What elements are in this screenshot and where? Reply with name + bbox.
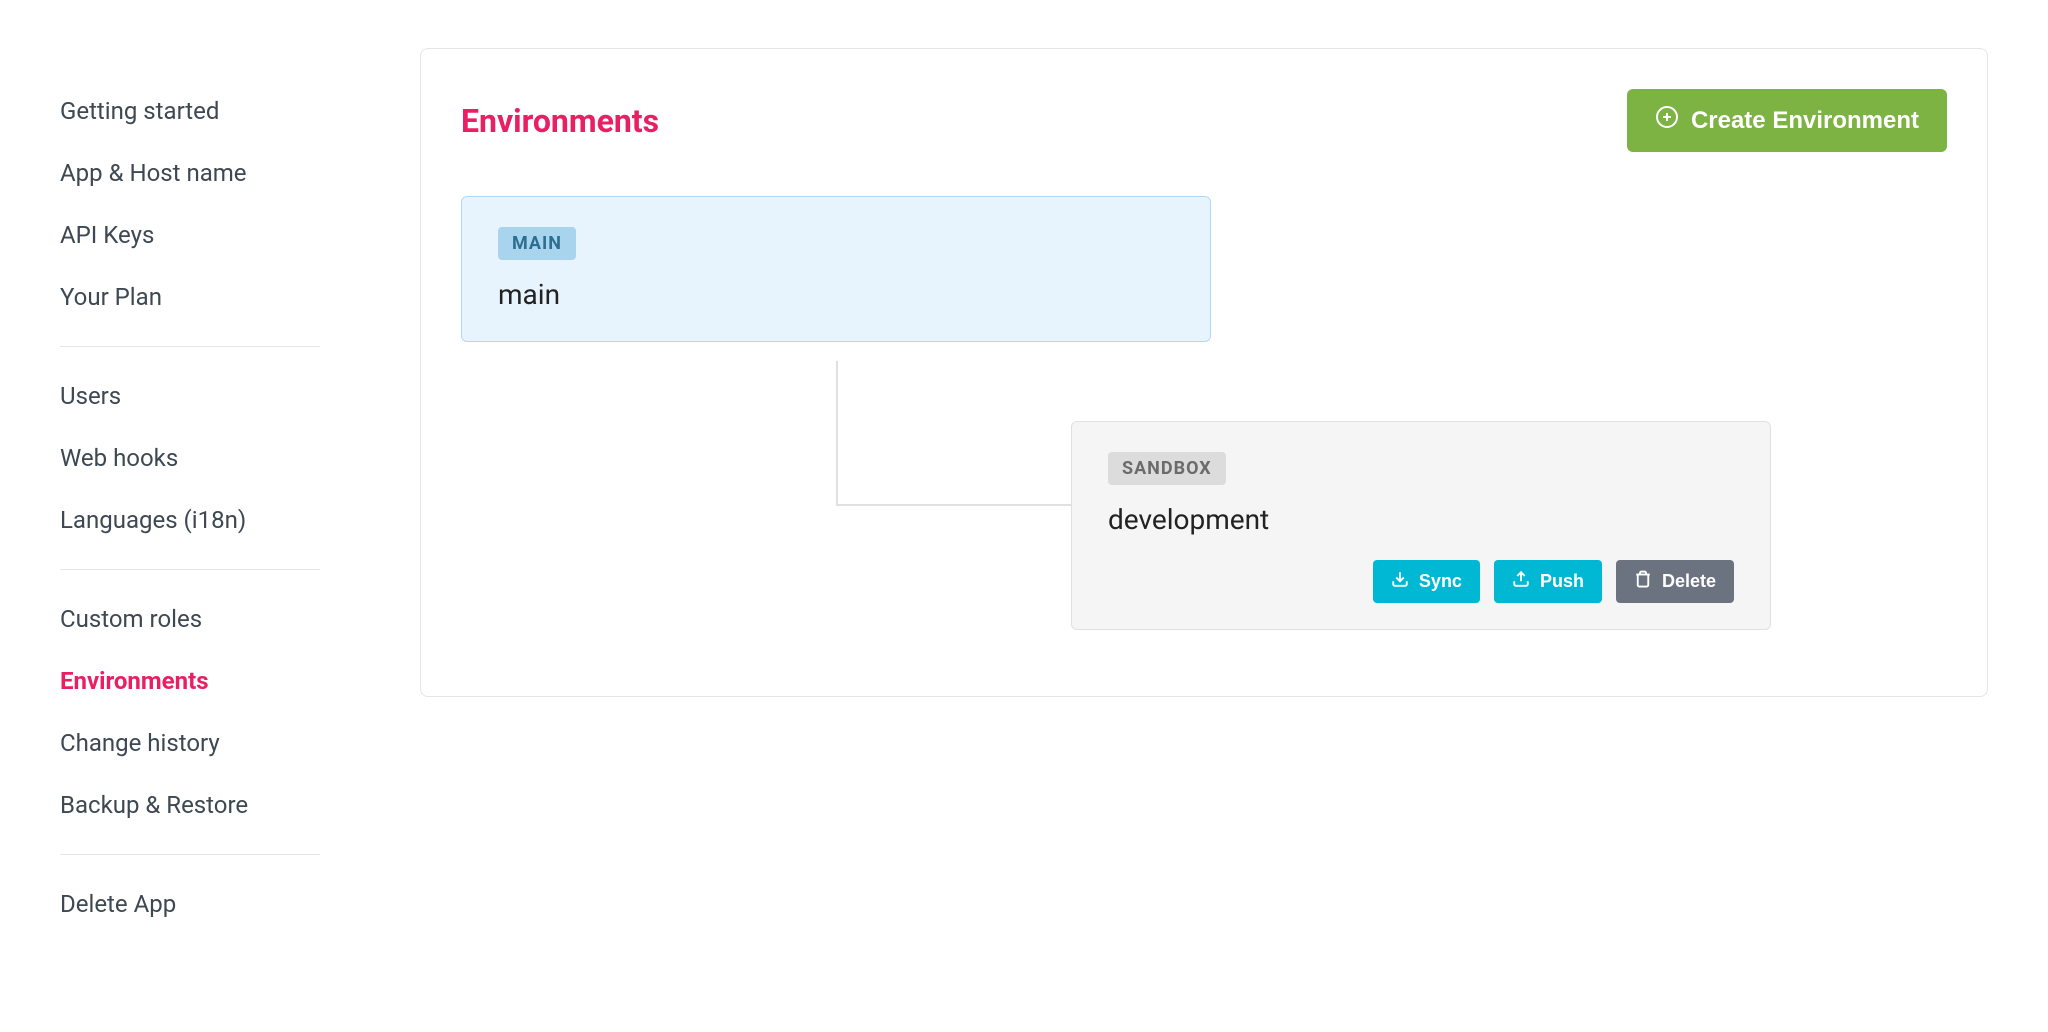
upload-icon (1512, 570, 1530, 593)
push-label: Push (1540, 571, 1584, 592)
sidebar-item-web-hooks[interactable]: Web hooks (60, 427, 320, 489)
environment-name-main: main (498, 278, 1174, 311)
create-environment-label: Create Environment (1691, 107, 1919, 135)
sidebar-item-languages[interactable]: Languages (i18n) (60, 489, 320, 551)
sidebar-item-delete-app[interactable]: Delete App (60, 873, 320, 935)
panel-header: Environments Create Environment (461, 89, 1947, 152)
sidebar-group-admin: Custom roles Environments Change history… (60, 588, 320, 855)
sidebar-item-backup-restore[interactable]: Backup & Restore (60, 774, 320, 836)
page-title: Environments (461, 102, 659, 140)
sidebar-item-getting-started[interactable]: Getting started (60, 80, 320, 142)
environments-tree: MAIN main SANDBOX development (461, 196, 1947, 656)
sidebar-item-your-plan[interactable]: Your Plan (60, 266, 320, 328)
environment-badge-main: MAIN (498, 227, 576, 260)
sidebar-group-users: Users Web hooks Languages (i18n) (60, 365, 320, 570)
download-icon (1391, 570, 1409, 593)
sidebar-group-general: Getting started App & Host name API Keys… (60, 80, 320, 347)
sidebar-item-change-history[interactable]: Change history (60, 712, 320, 774)
sync-button[interactable]: Sync (1373, 560, 1480, 603)
connector-vertical (836, 361, 838, 506)
environment-badge-sandbox: SANDBOX (1108, 452, 1226, 485)
connector-horizontal (836, 504, 1071, 506)
trash-icon (1634, 570, 1652, 593)
sidebar-item-custom-roles[interactable]: Custom roles (60, 588, 320, 650)
environment-card-main[interactable]: MAIN main (461, 196, 1211, 342)
environment-card-sandbox[interactable]: SANDBOX development Sync (1071, 421, 1771, 630)
sidebar-item-environments[interactable]: Environments (60, 650, 320, 712)
push-button[interactable]: Push (1494, 560, 1602, 603)
sync-label: Sync (1419, 571, 1462, 592)
environments-panel: Environments Create Environment MAIN mai… (420, 48, 1988, 697)
plus-circle-icon (1655, 105, 1679, 136)
sidebar-item-users[interactable]: Users (60, 365, 320, 427)
delete-button[interactable]: Delete (1616, 560, 1734, 603)
environment-actions: Sync Push (1108, 560, 1734, 603)
environment-name-sandbox: development (1108, 503, 1734, 536)
delete-label: Delete (1662, 571, 1716, 592)
sidebar: Getting started App & Host name API Keys… (0, 0, 380, 1032)
sidebar-item-app-host-name[interactable]: App & Host name (60, 142, 320, 204)
sidebar-item-api-keys[interactable]: API Keys (60, 204, 320, 266)
sidebar-group-danger: Delete App (60, 873, 320, 953)
create-environment-button[interactable]: Create Environment (1627, 89, 1947, 152)
main-content: Environments Create Environment MAIN mai… (380, 0, 2048, 1032)
